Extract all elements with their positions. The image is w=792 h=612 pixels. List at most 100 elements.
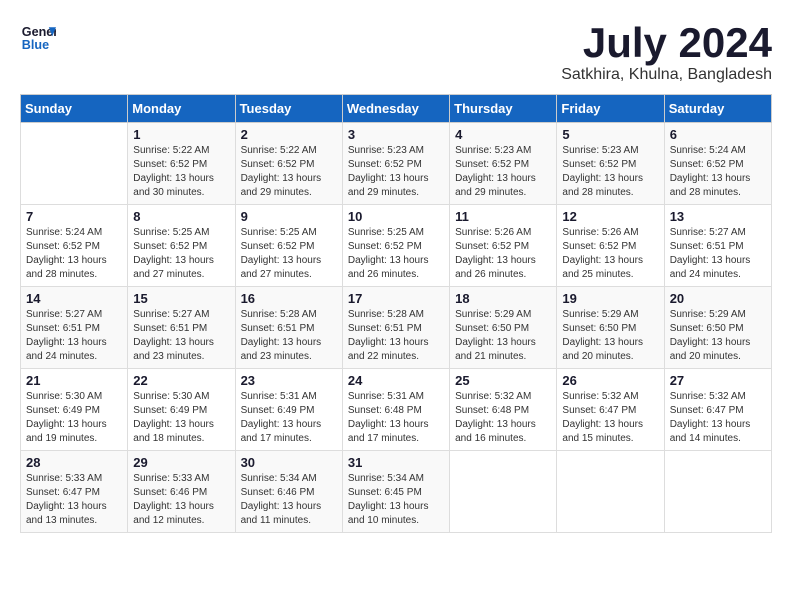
day-info: Sunrise: 5:31 AM Sunset: 6:48 PM Dayligh…: [348, 390, 444, 446]
calendar-cell: 5Sunrise: 5:23 AM Sunset: 6:52 PM Daylig…: [557, 123, 664, 205]
column-header-tuesday: Tuesday: [235, 95, 342, 123]
day-info: Sunrise: 5:22 AM Sunset: 6:52 PM Dayligh…: [241, 144, 337, 200]
day-info: Sunrise: 5:33 AM Sunset: 6:47 PM Dayligh…: [26, 472, 122, 528]
calendar-cell: 18 Sunrise: 5:29 AM Sunset: 6:50 PM Dayli…: [450, 287, 557, 369]
day-info: Sunrise: 5:25 AM Sunset: 6:52 PM Dayligh…: [348, 226, 444, 282]
day-number: 9: [241, 209, 337, 224]
calendar-cell: 20 Sunrise: 5:29 AM Sunset: 6:50 PM Dayli…: [664, 287, 771, 369]
day-number: 3: [348, 127, 444, 142]
svg-text:Blue: Blue: [22, 38, 49, 52]
calendar-cell: 31 Sunrise: 5:34 AM Sunset: 6:45 PM Dayli…: [342, 451, 449, 533]
day-number: 29: [133, 455, 229, 470]
day-number: 22: [133, 373, 229, 388]
column-header-monday: Monday: [128, 95, 235, 123]
calendar-cell: 12 Sunrise: 5:26 AM Sunset: 6:52 PM Dayli…: [557, 205, 664, 287]
day-info: Sunrise: 5:28 AM Sunset: 6:51 PM Dayligh…: [348, 308, 444, 364]
day-number: 18: [455, 291, 551, 306]
day-info: Sunrise: 5:32 AM Sunset: 6:47 PM Dayligh…: [562, 390, 658, 446]
calendar-cell: 11Sunrise: 5:26 AM Sunset: 6:52 PM Dayli…: [450, 205, 557, 287]
calendar-cell: 9 Sunrise: 5:25 AM Sunset: 6:52 PM Daylig…: [235, 205, 342, 287]
logo-icon: General Blue: [20, 20, 56, 56]
day-info: Sunrise: 5:25 AM Sunset: 6:52 PM Dayligh…: [133, 226, 229, 282]
day-number: 5: [562, 127, 658, 142]
day-number: 24: [348, 373, 444, 388]
calendar-cell: 24 Sunrise: 5:31 AM Sunset: 6:48 PM Dayli…: [342, 369, 449, 451]
day-info: Sunrise: 5:23 AM Sunset: 6:52 PM Dayligh…: [348, 144, 444, 200]
day-number: 26: [562, 373, 658, 388]
day-info: Sunrise: 5:28 AM Sunset: 6:51 PM Dayligh…: [241, 308, 337, 364]
day-info: Sunrise: 5:27 AM Sunset: 6:51 PM Dayligh…: [670, 226, 766, 282]
day-info: Sunrise: 5:24 AM Sunset: 6:52 PM Dayligh…: [670, 144, 766, 200]
day-number: 17: [348, 291, 444, 306]
column-header-thursday: Thursday: [450, 95, 557, 123]
day-number: 4: [455, 127, 551, 142]
day-info: Sunrise: 5:29 AM Sunset: 6:50 PM Dayligh…: [670, 308, 766, 364]
day-number: 31: [348, 455, 444, 470]
calendar-cell: 28 Sunrise: 5:33 AM Sunset: 6:47 PM Dayli…: [21, 451, 128, 533]
calendar-cell: 26 Sunrise: 5:32 AM Sunset: 6:47 PM Dayli…: [557, 369, 664, 451]
day-number: 7: [26, 209, 122, 224]
day-number: 1: [133, 127, 229, 142]
calendar-cell: 16 Sunrise: 5:28 AM Sunset: 6:51 PM Dayli…: [235, 287, 342, 369]
day-info: Sunrise: 5:30 AM Sunset: 6:49 PM Dayligh…: [133, 390, 229, 446]
calendar-cell: 15Sunrise: 5:27 AM Sunset: 6:51 PM Dayli…: [128, 287, 235, 369]
day-info: Sunrise: 5:27 AM Sunset: 6:51 PM Dayligh…: [26, 308, 122, 364]
calendar-table: SundayMondayTuesdayWednesdayThursdayFrid…: [20, 94, 772, 533]
day-info: Sunrise: 5:26 AM Sunset: 6:52 PM Dayligh…: [455, 226, 551, 282]
day-info: Sunrise: 5:24 AM Sunset: 6:52 PM Dayligh…: [26, 226, 122, 282]
day-number: 12: [562, 209, 658, 224]
day-number: 30: [241, 455, 337, 470]
column-header-friday: Friday: [557, 95, 664, 123]
calendar-cell: [557, 451, 664, 533]
day-info: Sunrise: 5:31 AM Sunset: 6:49 PM Dayligh…: [241, 390, 337, 446]
calendar-cell: 25 Sunrise: 5:32 AM Sunset: 6:48 PM Dayli…: [450, 369, 557, 451]
month-year: July 2024: [561, 20, 772, 66]
calendar-cell: [664, 451, 771, 533]
day-number: 25: [455, 373, 551, 388]
logo: General Blue: [20, 20, 56, 56]
calendar-cell: 6 Sunrise: 5:24 AM Sunset: 6:52 PM Daylig…: [664, 123, 771, 205]
column-header-saturday: Saturday: [664, 95, 771, 123]
day-info: Sunrise: 5:22 AM Sunset: 6:52 PM Dayligh…: [133, 144, 229, 200]
day-info: Sunrise: 5:27 AM Sunset: 6:51 PM Dayligh…: [133, 308, 229, 364]
column-header-wednesday: Wednesday: [342, 95, 449, 123]
day-number: 13: [670, 209, 766, 224]
day-number: 27: [670, 373, 766, 388]
calendar-cell: 4 Sunrise: 5:23 AM Sunset: 6:52 PM Daylig…: [450, 123, 557, 205]
day-info: Sunrise: 5:29 AM Sunset: 6:50 PM Dayligh…: [455, 308, 551, 364]
calendar-cell: 22 Sunrise: 5:30 AM Sunset: 6:49 PM Dayli…: [128, 369, 235, 451]
day-info: Sunrise: 5:33 AM Sunset: 6:46 PM Dayligh…: [133, 472, 229, 528]
location: Satkhira, Khulna, Bangladesh: [561, 66, 772, 84]
day-info: Sunrise: 5:25 AM Sunset: 6:52 PM Dayligh…: [241, 226, 337, 282]
calendar-cell: 30 Sunrise: 5:34 AM Sunset: 6:46 PM Dayli…: [235, 451, 342, 533]
day-number: 2: [241, 127, 337, 142]
day-info: Sunrise: 5:26 AM Sunset: 6:52 PM Dayligh…: [562, 226, 658, 282]
calendar-cell: [21, 123, 128, 205]
calendar-cell: 1 Sunrise: 5:22 AM Sunset: 6:52 PM Daylig…: [128, 123, 235, 205]
day-number: 6: [670, 127, 766, 142]
calendar-cell: [450, 451, 557, 533]
day-number: 21: [26, 373, 122, 388]
calendar-cell: 23Sunrise: 5:31 AM Sunset: 6:49 PM Dayli…: [235, 369, 342, 451]
day-info: Sunrise: 5:32 AM Sunset: 6:48 PM Dayligh…: [455, 390, 551, 446]
header: General Blue July 2024 Satkhira, Khulna,…: [20, 20, 772, 84]
day-info: Sunrise: 5:34 AM Sunset: 6:45 PM Dayligh…: [348, 472, 444, 528]
calendar-cell: 7 Sunrise: 5:24 AM Sunset: 6:52 PM Daylig…: [21, 205, 128, 287]
calendar-cell: 3 Sunrise: 5:23 AM Sunset: 6:52 PM Daylig…: [342, 123, 449, 205]
calendar-cell: 2 Sunrise: 5:22 AM Sunset: 6:52 PM Daylig…: [235, 123, 342, 205]
day-number: 8: [133, 209, 229, 224]
day-info: Sunrise: 5:30 AM Sunset: 6:49 PM Dayligh…: [26, 390, 122, 446]
day-info: Sunrise: 5:34 AM Sunset: 6:46 PM Dayligh…: [241, 472, 337, 528]
calendar-cell: 29 Sunrise: 5:33 AM Sunset: 6:46 PM Dayli…: [128, 451, 235, 533]
calendar-cell: 21 Sunrise: 5:30 AM Sunset: 6:49 PM Dayli…: [21, 369, 128, 451]
column-header-sunday: Sunday: [21, 95, 128, 123]
day-number: 20: [670, 291, 766, 306]
day-info: Sunrise: 5:29 AM Sunset: 6:50 PM Dayligh…: [562, 308, 658, 364]
title-area: July 2024 Satkhira, Khulna, Bangladesh: [561, 20, 772, 84]
day-number: 16: [241, 291, 337, 306]
day-number: 28: [26, 455, 122, 470]
calendar-cell: 14Sunrise: 5:27 AM Sunset: 6:51 PM Dayli…: [21, 287, 128, 369]
calendar-cell: 19Sunrise: 5:29 AM Sunset: 6:50 PM Dayli…: [557, 287, 664, 369]
calendar-cell: 10Sunrise: 5:25 AM Sunset: 6:52 PM Dayli…: [342, 205, 449, 287]
day-info: Sunrise: 5:23 AM Sunset: 6:52 PM Dayligh…: [455, 144, 551, 200]
